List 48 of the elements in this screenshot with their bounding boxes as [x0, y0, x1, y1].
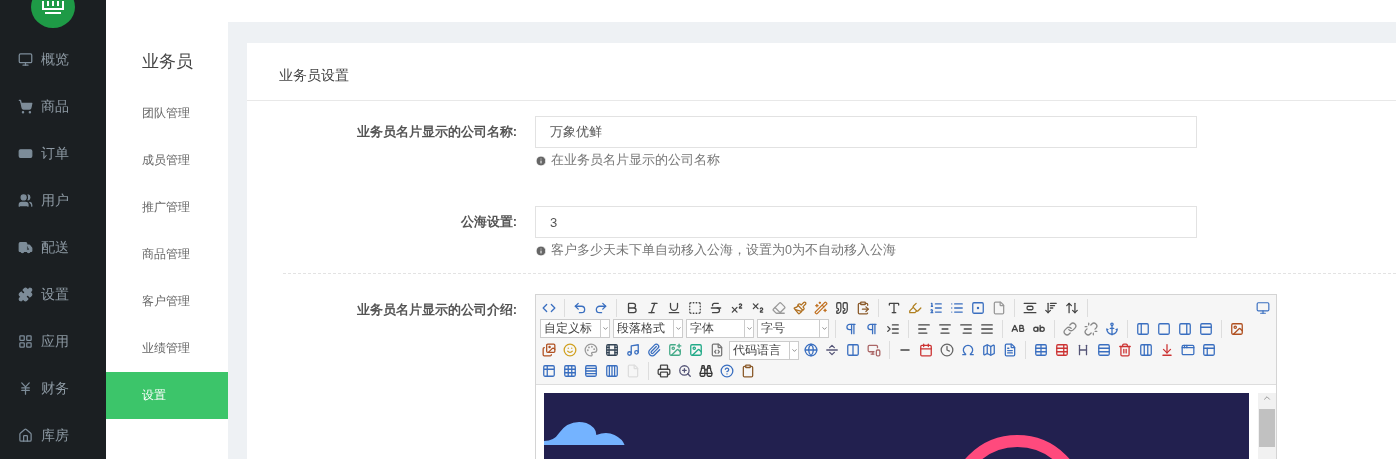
nav-item[interactable]: 商品	[0, 83, 106, 130]
submenu-item[interactable]: 成员管理	[106, 137, 228, 184]
nav-item[interactable]: 应用	[0, 318, 106, 365]
info-icon	[535, 244, 547, 257]
unlink-icon[interactable]	[1082, 319, 1100, 338]
caret-icon	[601, 325, 609, 333]
users-icon	[18, 193, 33, 208]
nav-item[interactable]: 用户	[0, 177, 106, 224]
submenu-item[interactable]: 商品管理	[106, 231, 228, 278]
format-dropdown[interactable]: 自定义标	[540, 319, 610, 339]
home-icon	[18, 428, 33, 443]
help-text: 在业务员名片显示的公司名称	[551, 152, 720, 169]
banknote-icon	[18, 146, 33, 161]
rich-text-editor[interactable]: 自定义标 段落格式 字体 字号 代码语言	[535, 294, 1277, 459]
caret-icon	[745, 325, 753, 333]
nav-item[interactable]: 配送	[0, 224, 106, 271]
grid-icon	[18, 334, 33, 349]
caret-icon	[674, 325, 682, 333]
nav-item[interactable]: 概览	[0, 36, 106, 83]
puzzle-icon	[18, 287, 33, 302]
cart-icon	[18, 99, 33, 114]
nav-item[interactable]: 设置	[0, 271, 106, 318]
section-title: 业务员	[141, 51, 194, 73]
format-dropdown[interactable]: 段落格式	[613, 319, 683, 339]
nav-item[interactable]: 财务	[0, 365, 106, 412]
truck-icon	[18, 240, 33, 255]
submenu-item[interactable]: 业绩管理	[106, 325, 228, 372]
info-icon	[535, 154, 547, 167]
field-label: 业务员名片显示的公司介绍:	[355, 301, 518, 319]
submenu-item[interactable]: 团队管理	[106, 90, 228, 137]
card-title: 业务员设置	[247, 43, 1396, 101]
help-text: 客户多少天未下单自动移入公海，设置为0为不自动移入公海	[551, 242, 896, 259]
scrollbar[interactable]	[1258, 393, 1276, 459]
monitor-icon	[18, 52, 33, 67]
yen-icon	[18, 381, 33, 396]
code-language-dropdown[interactable]: 代码语言	[729, 340, 799, 360]
field-label: 业务员名片显示的公司名称:	[355, 123, 518, 141]
submenu-item[interactable]: 客户管理	[106, 278, 228, 325]
input-field[interactable]: 3	[535, 206, 1197, 238]
caret-icon	[820, 325, 828, 333]
nav-item[interactable]: 订单	[0, 130, 106, 177]
submenu-item[interactable]: 推广管理	[106, 184, 228, 231]
nav-item[interactable]: 库房	[0, 412, 106, 459]
field-label: 公海设置:	[459, 213, 518, 231]
format-dropdown[interactable]: 字号	[757, 319, 829, 339]
caret-icon	[790, 346, 798, 354]
format-dropdown[interactable]: 字体	[686, 319, 754, 339]
input-field[interactable]: 万象优鲜	[535, 116, 1197, 148]
